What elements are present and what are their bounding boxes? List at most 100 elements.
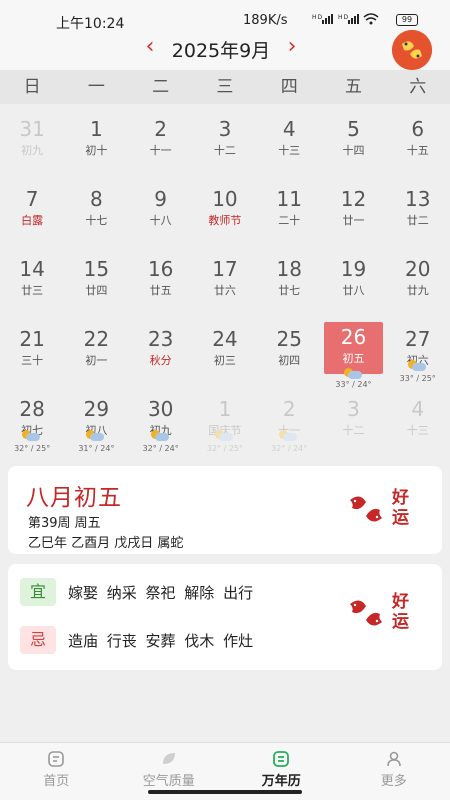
leaf-icon	[162, 753, 175, 764]
calendar-day[interactable]: 29 初八 31° / 24°	[64, 390, 128, 460]
calendar-day[interactable]: 30 初九 32° / 24°	[129, 390, 193, 460]
calendar-day[interactable]: 8 十七	[64, 180, 128, 250]
day-number: 27	[405, 327, 431, 351]
tab-more[interactable]: 更多	[338, 743, 450, 800]
calendar-day[interactable]: 18 廿七	[257, 250, 321, 320]
calendar-day[interactable]: 17 廿六	[193, 250, 257, 320]
calendar-day[interactable]: 25 初四	[257, 320, 321, 390]
battery-icon: 99	[396, 14, 418, 26]
svg-text:HD: HD	[338, 14, 349, 21]
temperature-range: 33° / 24°	[335, 380, 372, 389]
lunar-label: 廿五	[149, 284, 172, 297]
lunar-label: 十一	[149, 144, 172, 157]
temperature-range: 31° / 24°	[78, 444, 115, 453]
calendar-week-row: 31 初九 1 初十 2 十一 3 十二 4 十三 5 十四 6 十五	[0, 110, 450, 180]
calendar-day[interactable]: 2 十一	[129, 110, 193, 180]
calendar-day[interactable]: 21 三十	[0, 320, 64, 390]
calendar-day[interactable]: 6 十五	[386, 110, 450, 180]
good-luck-badge: 好运	[346, 592, 426, 634]
calendar-day[interactable]: 27 初六 33° / 25°	[386, 320, 450, 390]
chevron-left-icon[interactable]: ‹	[138, 34, 162, 64]
day-number: 22	[83, 327, 110, 351]
calendar-day[interactable]: 4 十三	[257, 110, 321, 180]
weekday-label: 日	[23, 77, 41, 97]
calendar-day[interactable]: 2 十一 32° / 24°	[257, 390, 321, 460]
calendar-day[interactable]: 22 初一	[64, 320, 128, 390]
calendar-day[interactable]: 24 初三	[193, 320, 257, 390]
day-number: 31	[19, 117, 45, 141]
lunar-label: 初九	[21, 144, 44, 157]
tab-home[interactable]: 首页	[0, 743, 113, 800]
koi-fish-icon[interactable]	[392, 30, 432, 70]
ji-tag: 忌	[20, 626, 56, 654]
calendar-day[interactable]: 10 教师节	[193, 180, 257, 250]
svg-text:HD: HD	[312, 14, 323, 21]
weekday-label: 三	[216, 77, 234, 97]
calendar-day[interactable]: 1 初十	[64, 110, 128, 180]
home-indicator	[148, 790, 302, 794]
day-number: 3	[218, 117, 232, 141]
calendar-day[interactable]: 1 国庆节 32° / 25°	[193, 390, 257, 460]
lunar-label: 白露	[21, 214, 44, 227]
day-number: 16	[147, 257, 174, 281]
lunar-label: 廿四	[85, 284, 108, 297]
koi-fish-icon	[350, 600, 382, 626]
lunar-label: 三十	[21, 354, 44, 367]
calendar-day[interactable]: 5 十四	[321, 110, 385, 180]
calendar-day[interactable]: 7 白露	[0, 180, 64, 250]
home-icon	[48, 751, 65, 767]
calendar-day[interactable]: 16 廿五	[129, 250, 193, 320]
chevron-right-icon[interactable]: ›	[280, 34, 304, 64]
calendar-day[interactable]: 19 廿八	[321, 250, 385, 320]
day-number: 30	[147, 397, 174, 421]
calendar-day[interactable]: 31 初九	[0, 110, 64, 180]
calendar-day[interactable]: 20 廿九	[386, 250, 450, 320]
calendar-day[interactable]: 11 二十	[257, 180, 321, 250]
weekday-label: 一	[87, 77, 105, 97]
calendar-day[interactable]: 23 秋分	[129, 320, 193, 390]
temperature-range: 32° / 24°	[142, 444, 179, 453]
partly-cloudy-icon	[86, 430, 105, 442]
lunar-label: 廿三	[21, 284, 44, 297]
lunar-label: 十三	[406, 424, 429, 437]
partly-cloudy-icon	[214, 430, 233, 442]
month-title[interactable]: 2025年9月	[162, 36, 280, 63]
day-number: 19	[340, 257, 367, 281]
lunar-label: 廿一	[342, 214, 365, 227]
day-number: 17	[212, 257, 238, 281]
calendar-day[interactable]: 28 初七 32° / 25°	[0, 390, 64, 460]
partly-cloudy-icon	[279, 430, 298, 442]
calendar-day[interactable]: 15 廿四	[64, 250, 128, 320]
calendar-day[interactable]: 3 十二	[193, 110, 257, 180]
calendar-day[interactable]: 4 十三	[386, 390, 450, 460]
good-luck-badge: 好运	[346, 488, 426, 530]
week-info: 第39周 周五	[28, 516, 101, 531]
good-luck-text: 好运	[392, 592, 409, 632]
tab-label: 空气质量	[142, 774, 195, 789]
lunar-label: 十七	[85, 214, 108, 227]
lunar-label: 十二	[213, 144, 236, 157]
day-number: 12	[340, 187, 367, 211]
weekday-header: 日 一 二 三 四 五 六	[0, 70, 450, 104]
calendar-day[interactable]: 12 廿一	[321, 180, 385, 250]
calendar-day[interactable]: 3 十二	[321, 390, 385, 460]
lunar-label: 十五	[406, 144, 429, 157]
calendar-day[interactable]: 13 廿二	[386, 180, 450, 250]
calendar-day[interactable]: 9 十八	[129, 180, 193, 250]
almanac-card: 宜 嫁娶 纳采 祭祀 解除 出行 忌 造庙 行丧 安葬 伐木 作灶 好运	[8, 564, 442, 670]
day-number: 11	[276, 187, 302, 211]
day-number: 5	[347, 117, 360, 141]
calendar-day[interactable]: 14 廿三	[0, 250, 64, 320]
good-luck-text: 好运	[392, 488, 409, 528]
temperature-range: 32° / 24°	[271, 444, 308, 453]
weekday-label: 六	[409, 77, 427, 97]
weekday-label: 四	[280, 77, 298, 97]
lunar-label: 十三	[278, 144, 301, 157]
calendar-icon	[273, 751, 290, 767]
lunar-label: 廿七	[278, 284, 301, 297]
day-number: 2	[282, 397, 296, 421]
calendar-day-selected[interactable]: 26 初五 33° / 24°	[324, 322, 383, 389]
lunar-label: 十八	[149, 214, 172, 227]
temperature-range: 32° / 25°	[14, 444, 51, 453]
network-speed: 189K/s	[243, 13, 288, 28]
